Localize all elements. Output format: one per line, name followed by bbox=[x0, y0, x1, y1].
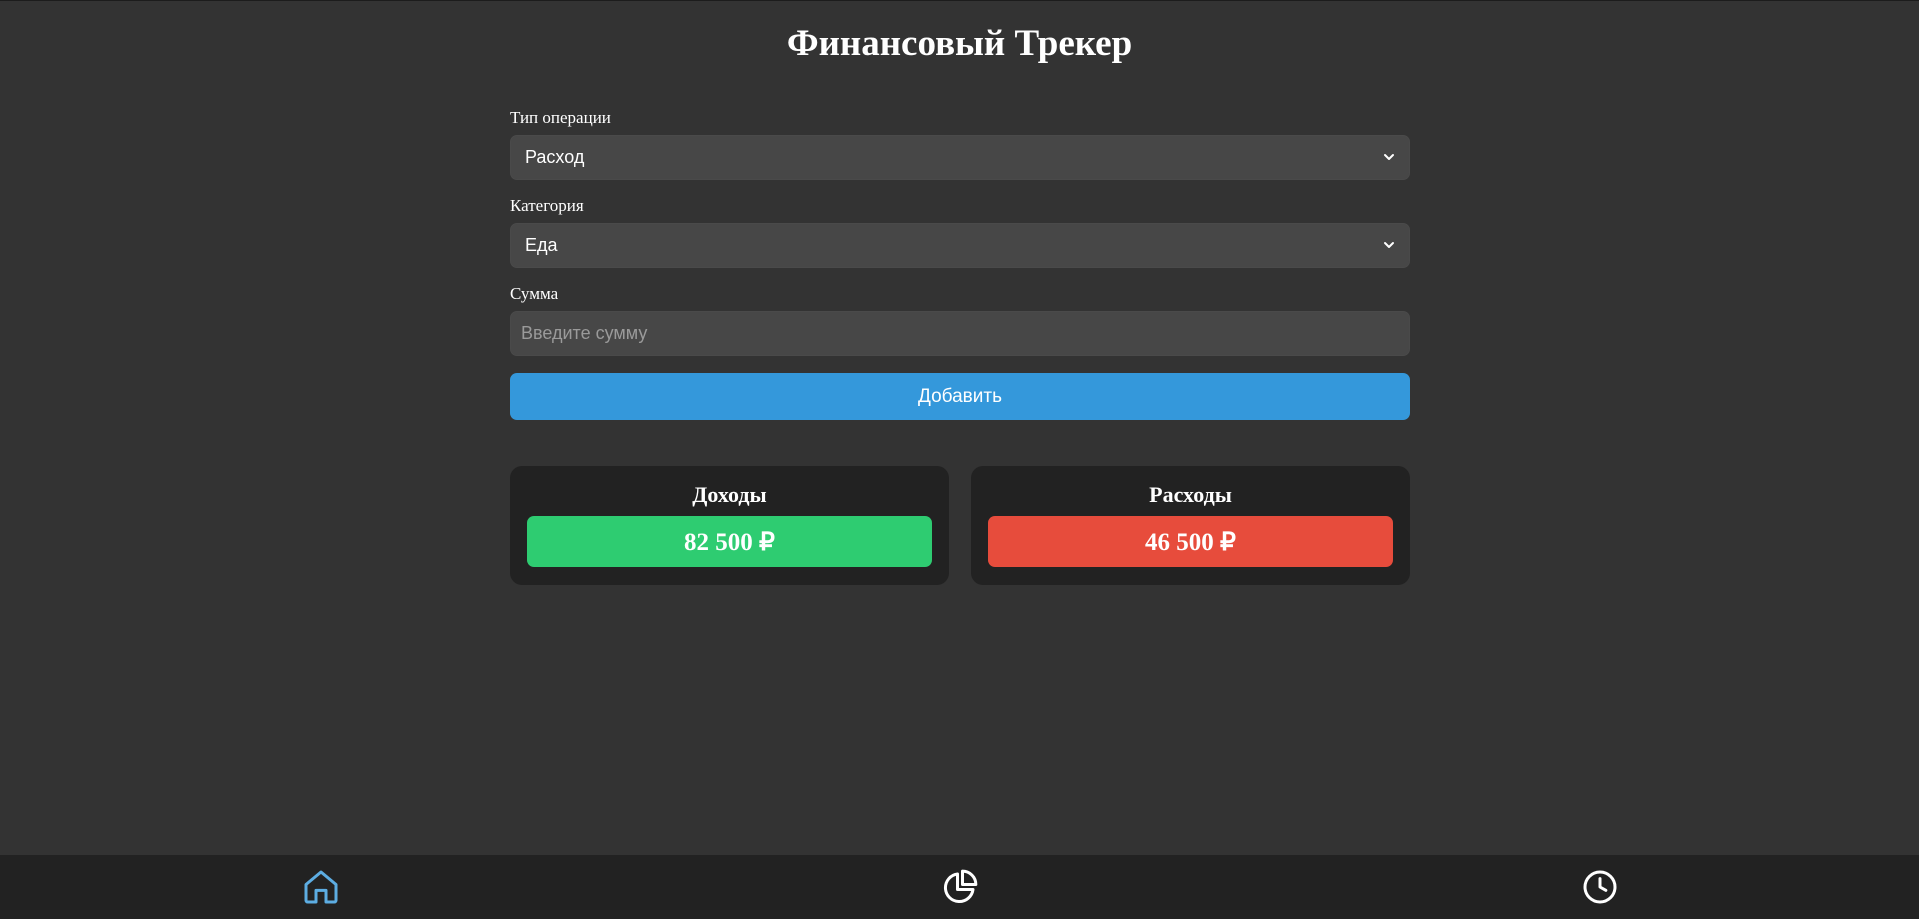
chevron-down-icon bbox=[1384, 242, 1394, 248]
nav-home[interactable] bbox=[299, 865, 343, 909]
bottom-nav bbox=[0, 855, 1919, 919]
page-title: Финансовый Трекер bbox=[786, 23, 1133, 64]
expense-title: Расходы bbox=[1149, 482, 1232, 507]
income-card: Доходы 82 500 ₽ bbox=[510, 466, 949, 585]
amount-label: Сумма bbox=[510, 284, 559, 303]
category-select-value: Еда bbox=[525, 235, 558, 255]
category-select[interactable]: Еда bbox=[510, 223, 1410, 268]
chevron-down-icon bbox=[1384, 154, 1394, 160]
expense-card: Расходы 46 500 ₽ bbox=[971, 466, 1410, 585]
type-select-value: Расход bbox=[525, 147, 585, 167]
amount-input[interactable]: Введите сумму bbox=[510, 311, 1410, 356]
income-value: 82 500 ₽ bbox=[527, 516, 932, 567]
amount-input-placeholder: Введите сумму bbox=[521, 323, 648, 343]
nav-stats[interactable] bbox=[938, 865, 982, 909]
nav-history[interactable] bbox=[1578, 865, 1622, 909]
top-border bbox=[0, 0, 1919, 1]
type-select[interactable]: Расход bbox=[510, 135, 1410, 180]
transaction-form: Тип операции Расход Категория Еда Сумма … bbox=[510, 108, 1410, 420]
clock-icon bbox=[1583, 870, 1617, 904]
expense-value: 46 500 ₽ bbox=[988, 516, 1393, 567]
income-title: Доходы bbox=[692, 482, 767, 507]
pie-chart-icon bbox=[944, 869, 978, 903]
summary-cards: Доходы 82 500 ₽ Расходы 46 500 ₽ bbox=[510, 466, 1410, 585]
category-label: Категория bbox=[510, 196, 584, 215]
type-label: Тип операции bbox=[510, 108, 611, 127]
add-button[interactable]: Добавить bbox=[510, 373, 1410, 420]
home-icon bbox=[304, 870, 338, 904]
